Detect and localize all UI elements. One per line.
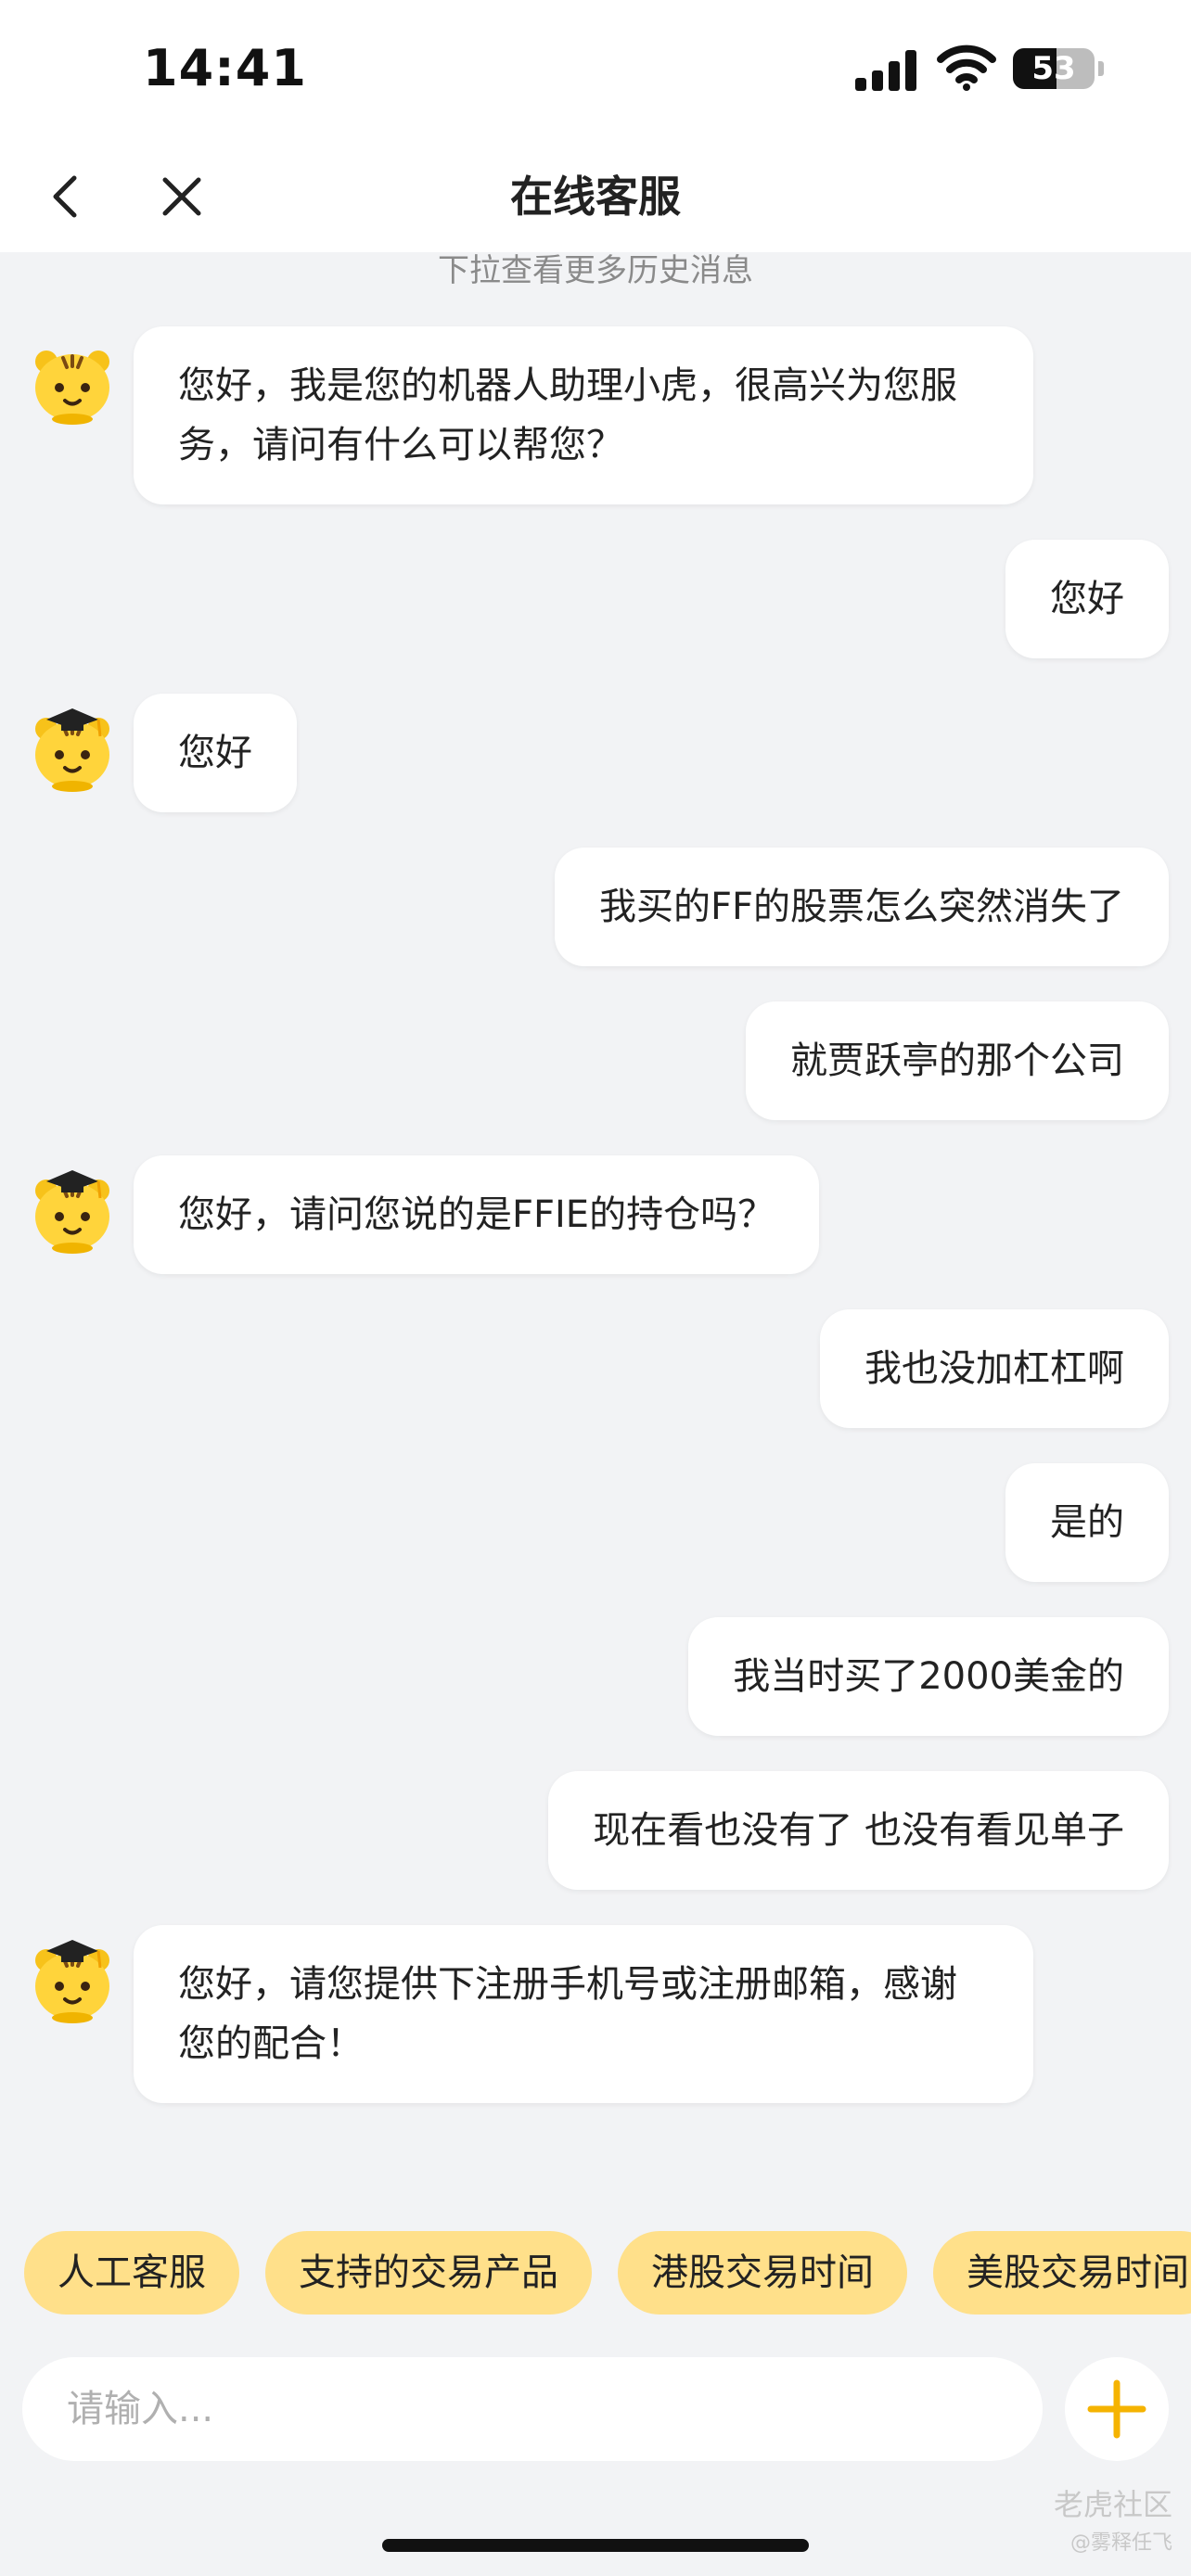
- add-button[interactable]: [1065, 2357, 1169, 2461]
- bot-message-bubble[interactable]: 您好，请您提供下注册手机号或注册邮箱，感谢您的配合！: [134, 1925, 1033, 2103]
- quick-reply-chip[interactable]: 港股交易时间: [618, 2231, 907, 2315]
- user-message-bubble[interactable]: 是的: [1005, 1463, 1169, 1582]
- tiger-avatar-icon: [26, 334, 119, 427]
- tiger-avatar-icon: [26, 1932, 119, 2025]
- quick-reply-chip[interactable]: 支持的交易产品: [265, 2231, 592, 2315]
- page-title: 在线客服: [510, 172, 681, 222]
- user-message-bubble[interactable]: 我当时买了2000美金的: [688, 1617, 1169, 1736]
- input-row: [0, 2337, 1191, 2485]
- bot-message-bubble[interactable]: 您好，我是您的机器人助理小虎，很高兴为您服务，请问有什么可以帮您？: [134, 326, 1033, 504]
- plus-icon: [1087, 2379, 1146, 2439]
- watermark-user: @雾释任飞: [1069, 2531, 1172, 2555]
- nav-bar: 在线客服: [0, 139, 1191, 252]
- watermark-brand: 老虎社区: [1053, 2487, 1172, 2522]
- cellular-signal-icon: [855, 48, 920, 91]
- message-input[interactable]: [22, 2357, 1043, 2461]
- chat-message-list[interactable]: 您好，我是您的机器人助理小虎，很高兴为您服务，请问有什么可以帮您？ 您好 您好 我买的…: [0, 252, 1191, 2179]
- history-hint: 下拉查看更多历史消息: [438, 252, 753, 289]
- user-message-bubble[interactable]: 您好: [1005, 540, 1169, 658]
- status-time: 14:41: [143, 39, 307, 97]
- tiger-avatar-icon: [26, 701, 119, 794]
- home-indicator: [382, 2539, 809, 2552]
- quick-reply-chip[interactable]: 人工客服: [24, 2231, 239, 2315]
- tiger-avatar-icon: [26, 1163, 119, 1256]
- user-message-bubble[interactable]: 就贾跃亭的那个公司: [746, 1001, 1169, 1120]
- bot-message-bubble[interactable]: 您好: [134, 694, 297, 812]
- battery-icon: 53: [1013, 48, 1095, 89]
- quick-reply-chip[interactable]: 美股交易时间: [933, 2231, 1191, 2315]
- wifi-icon: [937, 45, 996, 91]
- battery-tip: [1098, 61, 1104, 76]
- battery-percentage: 53: [1031, 50, 1076, 87]
- watermark: 老虎社区 @雾释任飞: [1054, 2481, 1172, 2556]
- status-bar: 14:41 53: [0, 0, 1191, 139]
- user-message-bubble[interactable]: 现在看也没有了 也没有看见单子: [548, 1771, 1169, 1890]
- user-message-bubble[interactable]: 我也没加杠杠啊: [820, 1309, 1169, 1428]
- quick-reply-bar[interactable]: 人工客服 支持的交易产品 港股交易时间 美股交易时间: [0, 2218, 1191, 2320]
- bot-message-bubble[interactable]: 您好，请问您说的是FFIE的持仓吗？: [134, 1155, 820, 1274]
- user-message-bubble[interactable]: 我买的FF的股票怎么突然消失了: [554, 848, 1169, 966]
